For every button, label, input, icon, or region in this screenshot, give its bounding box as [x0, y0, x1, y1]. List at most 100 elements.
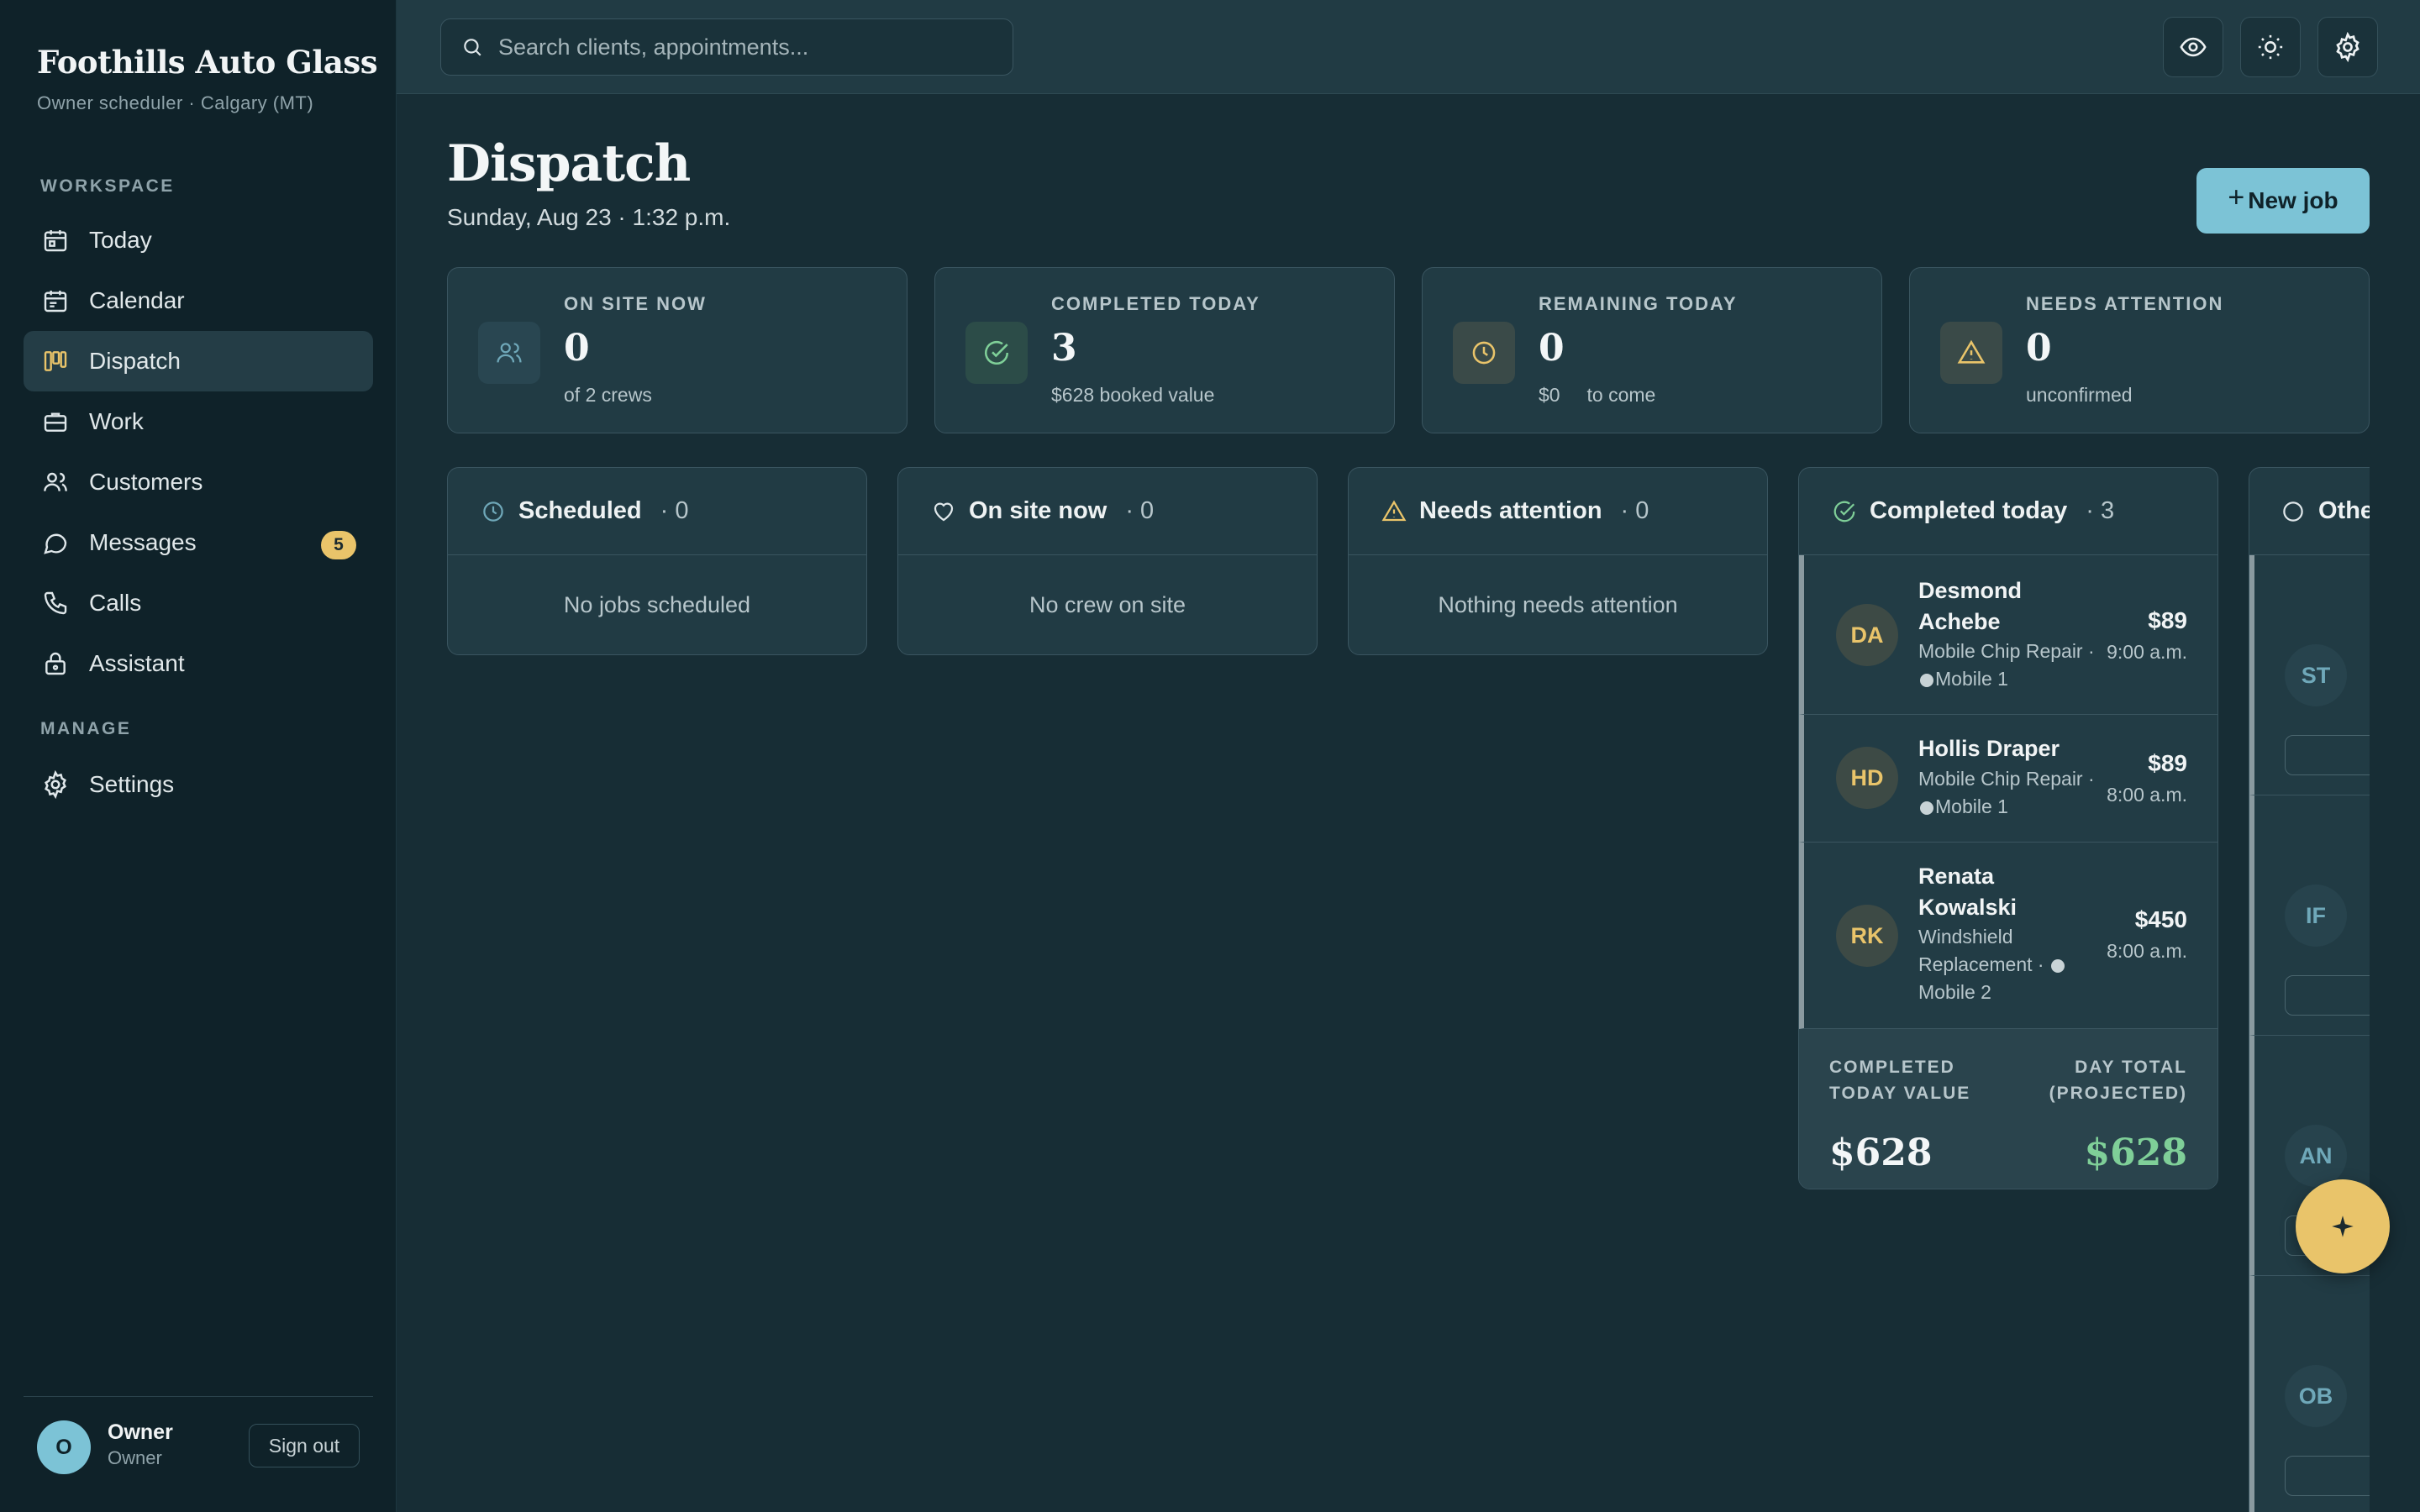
assistant-fab-button[interactable]: [2296, 1179, 2390, 1273]
sidebar-item-label: Customers: [89, 469, 203, 495]
new-job-button[interactable]: + New job: [2196, 168, 2370, 234]
column-count: · 3: [2086, 497, 2115, 524]
row-action-button[interactable]: [2285, 975, 2370, 1016]
stat-label: NEEDS ATTENTION: [2026, 293, 2224, 314]
settings-button[interactable]: [2317, 17, 2378, 77]
crew-dot-icon: [2050, 958, 2065, 973]
column-title: Scheduled: [518, 497, 642, 524]
stat-value: 0: [564, 327, 590, 370]
clock-icon: [480, 498, 507, 525]
sidebar-item-label: Settings: [89, 771, 175, 797]
sidebar-item-label: Assistant: [89, 650, 185, 676]
column-header: On site now · 0: [898, 468, 1317, 555]
job-price: $89: [2148, 607, 2187, 633]
users-icon: [40, 467, 71, 497]
stat-card-completed: COMPLETED TODAY 3 $628 booked value: [934, 267, 1395, 433]
sidebar-item-settings[interactable]: Settings: [24, 754, 373, 815]
calendar-day-icon: [40, 225, 71, 255]
customer-avatar: RK: [1836, 905, 1898, 967]
search-box[interactable]: [440, 18, 1013, 76]
job-card[interactable]: DA Desmond Achebe Mobile Chip Repair · M…: [1799, 555, 2217, 715]
stat-label: REMAINING TODAY: [1539, 293, 1738, 314]
column-count: · 0: [1620, 497, 1649, 524]
stat-value: 0: [2026, 327, 2052, 370]
day-total-label: DAY TOTAL (PROJECTED): [2049, 1058, 2187, 1103]
job-service: Mobile Chip Repair · Mobile 1: [1918, 638, 2103, 693]
clock-icon: [1453, 322, 1515, 384]
avatar: O: [37, 1420, 91, 1474]
job-card[interactable]: IF: [2249, 795, 2370, 1036]
job-card[interactable]: OB: [2249, 1276, 2370, 1512]
sidebar-item-assistant[interactable]: Assistant: [24, 633, 373, 694]
completed-value-label: COMPLETED TODAY VALUE: [1829, 1058, 1971, 1103]
alert-triangle-icon: [1381, 498, 1407, 525]
job-card[interactable]: RK Renata Kowalski Windshield Replacemen…: [1799, 843, 2217, 1029]
sidebar-item-calls[interactable]: Calls: [24, 573, 373, 633]
customer-name: Renata Kowalski: [1918, 864, 2018, 920]
sidebar-item-dispatch[interactable]: Dispatch: [24, 331, 373, 391]
column-title: On site now: [969, 497, 1107, 524]
sidebar-item-calendar[interactable]: Calendar: [24, 270, 373, 331]
stat-value: 0: [1539, 327, 1565, 370]
circle-icon: [2280, 498, 2307, 525]
sidebar-item-label: Work: [89, 408, 144, 434]
stat-card-on-site: ON SITE NOW 0 of 2 crews: [447, 267, 908, 433]
search-input[interactable]: [498, 34, 986, 60]
top-bar: [397, 0, 2420, 94]
gear-icon: [40, 769, 71, 800]
service-name: Windshield Replacement ·: [1918, 926, 2044, 975]
kanban-icon: [40, 346, 71, 376]
user-role: Owner: [108, 1447, 162, 1468]
users-icon: [478, 322, 540, 384]
check-circle-icon: [1831, 498, 1858, 525]
service-name: Mobile Chip Repair ·: [1918, 640, 2095, 662]
customer-avatar: IF: [2285, 885, 2347, 947]
customer-avatar: HD: [1836, 747, 1898, 809]
completed-value: $628: [1829, 1131, 1933, 1174]
job-time: 8:00 a.m.: [2107, 784, 2187, 806]
brand-subtitle: Owner scheduler · Calgary (MT): [37, 92, 314, 113]
sidebar: Foothills Auto Glass Owner scheduler · C…: [0, 0, 397, 1512]
column-title: Othe: [2318, 497, 2370, 524]
customer-avatar: ST: [2285, 644, 2347, 706]
customer-avatar: AN: [2285, 1125, 2347, 1187]
empty-state: No crew on site: [1028, 591, 1186, 617]
sidebar-item-work[interactable]: Work: [24, 391, 373, 452]
column-other: Othe ST IF AN OB: [2249, 467, 2370, 1512]
column-other-clip: Othe ST IF AN OB: [2249, 467, 2370, 1512]
eye-icon: [2179, 33, 2207, 61]
job-price: $89: [2148, 750, 2187, 776]
sidebar-item-label: Dispatch: [89, 348, 181, 374]
column-completed-today: Completed today · 3 DA Desmond Achebe Mo…: [1798, 467, 2218, 1189]
row-action-button[interactable]: [2285, 735, 2370, 775]
stat-label: COMPLETED TODAY: [1051, 293, 1260, 314]
job-card[interactable]: ST: [2249, 555, 2370, 795]
column-title: Completed today: [1870, 497, 2068, 524]
heart-icon: [930, 498, 957, 525]
job-service: Windshield Replacement · Mobile 2: [1918, 923, 2103, 1006]
job-price: $450: [2134, 906, 2187, 932]
plus-icon: +: [2228, 181, 2245, 213]
briefcase-icon: [40, 407, 71, 437]
stat-sub: $0 to come: [1539, 384, 1656, 406]
job-service: Mobile Chip Repair · Mobile 1: [1918, 765, 2103, 821]
brand: Foothills Auto Glass Owner scheduler · C…: [37, 44, 378, 114]
stat-value: 3: [1051, 327, 1077, 370]
preview-button[interactable]: [2163, 17, 2223, 77]
sidebar-item-today[interactable]: Today: [24, 210, 373, 270]
column-header: Scheduled · 0: [448, 468, 866, 555]
job-card[interactable]: HD Hollis Draper Mobile Chip Repair · Mo…: [1799, 715, 2217, 843]
new-job-label: New job: [2248, 187, 2338, 213]
sidebar-item-customers[interactable]: Customers: [24, 452, 373, 512]
theme-toggle-button[interactable]: [2240, 17, 2301, 77]
messages-badge: 5: [321, 531, 356, 559]
column-count: · 0: [660, 497, 689, 524]
sidebar-item-messages[interactable]: Messages 5: [24, 512, 373, 573]
sign-out-button[interactable]: Sign out: [249, 1424, 360, 1467]
gear-icon: [2333, 32, 2363, 62]
row-action-button[interactable]: [2285, 1456, 2370, 1496]
stat-sub: of 2 crews: [564, 384, 652, 406]
day-total-value: $628: [2084, 1131, 2187, 1174]
column-header: Completed today · 3: [1799, 468, 2217, 555]
job-time: 9:00 a.m.: [2107, 641, 2187, 663]
